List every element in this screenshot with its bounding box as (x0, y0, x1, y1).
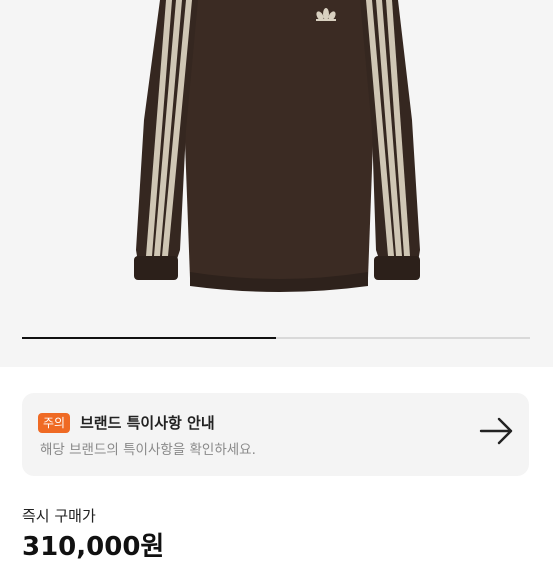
gallery-progress-track (22, 337, 530, 339)
arrow-right-icon[interactable] (479, 417, 515, 445)
price-value: 310,000원 (22, 532, 165, 562)
notice-description: 해당 브랜드의 특이사항을 확인하세요. (40, 442, 256, 458)
gallery-progress-fill (22, 337, 276, 339)
product-image (134, 0, 420, 292)
notice-title: 브랜드 특이사항 안내 (80, 414, 215, 432)
notice-tag: 주의 (38, 413, 71, 433)
brand-notice-card[interactable]: 주의 브랜드 특이사항 안내 해당 브랜드의 특이사항을 확인하세요. (22, 393, 529, 476)
price-label: 즉시 구매가 (22, 507, 96, 525)
product-image-gallery[interactable] (0, 0, 553, 367)
